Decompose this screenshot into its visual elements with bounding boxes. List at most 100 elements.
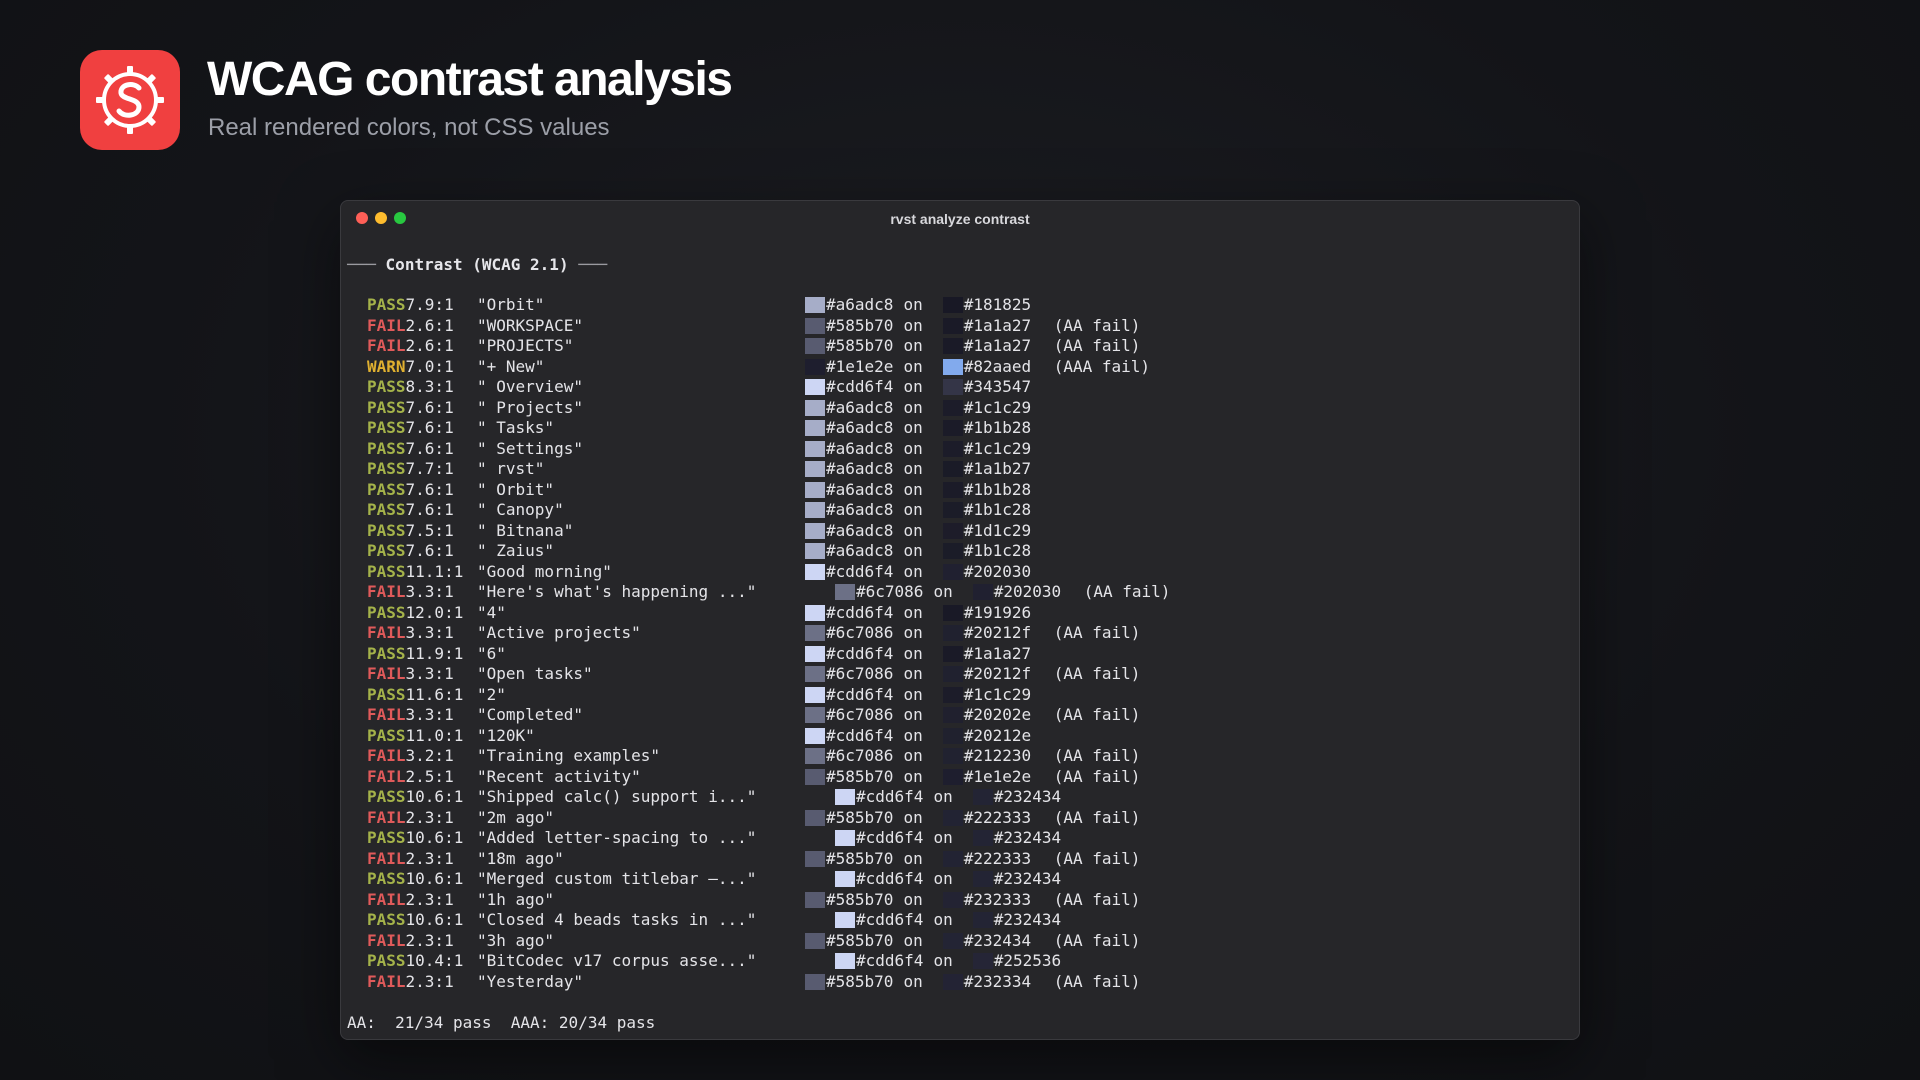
on-word: on — [903, 889, 923, 909]
page-subtitle: Real rendered colors, not CSS values — [208, 114, 610, 141]
fg-swatch — [805, 748, 825, 765]
contrast-ratio: 3.3:1 — [405, 664, 454, 683]
fg-swatch — [805, 850, 825, 867]
color-pair: #cdd6f4 on #1a1a27 — [805, 644, 1054, 665]
bg-hex: #222333 — [963, 807, 1032, 827]
bg-hex: #1b1b28 — [963, 418, 1032, 437]
bg-swatch — [942, 297, 963, 314]
fg-swatch — [805, 338, 825, 355]
fail-note: (AA fail) — [1053, 336, 1141, 355]
bg-hex: #232334 — [963, 971, 1032, 991]
status-badge: PASS — [367, 561, 406, 581]
fg-swatch — [835, 953, 855, 970]
fg-swatch — [805, 666, 825, 683]
status-badge: PASS — [367, 643, 406, 663]
fg-hex: #585b70 — [826, 848, 894, 868]
contrast-results: PASS7.9:1 "Orbit" #a6adc8 on #181825 FAIL2.6:… — [367, 295, 1170, 992]
bg-hex: #343547 — [963, 377, 1032, 396]
result-row: PASS11.0:1 "120K" #cdd6f4 on #20212e — [367, 726, 1031, 747]
page-title: WCAG contrast analysis — [207, 53, 733, 106]
bg-swatch — [942, 502, 963, 519]
bg-hex: #1d1c29 — [963, 520, 1032, 540]
status-badge: WARN — [367, 356, 406, 376]
bg-swatch — [942, 543, 963, 560]
text-sample: "Completed" — [477, 705, 583, 724]
status-badge: PASS — [367, 459, 406, 478]
text-sample: "Yesterday" — [477, 971, 583, 991]
result-row: PASS7.6:1 " Zaius" #a6adc8 on #1b1c28 — [367, 541, 1031, 562]
bg-swatch — [942, 973, 963, 990]
bg-swatch — [942, 563, 963, 580]
result-row: PASS11.1:1 "Good morning" #cdd6f4 on #202030 — [367, 561, 1031, 583]
bg-hex: #232333 — [963, 889, 1032, 909]
on-word: on — [933, 582, 953, 601]
on-word: on — [933, 951, 953, 970]
fail-note: (AA fail) — [1053, 623, 1141, 642]
bg-hex: #212230 — [963, 746, 1032, 765]
bg-hex: #232434 — [963, 930, 1032, 950]
result-row: PASS8.3:1 " Overview" #cdd6f4 on #343547 — [367, 377, 1031, 398]
fg-hex: #a6adc8 — [826, 520, 894, 540]
section-title: Contrast (WCAG 2.1) — [385, 255, 569, 274]
status-badge: FAIL — [367, 807, 406, 827]
status-badge: FAIL — [367, 971, 406, 991]
bg-hex: #1a1a27 — [963, 336, 1032, 355]
fg-swatch — [805, 768, 825, 785]
contrast-ratio: 10.6:1 — [405, 828, 464, 847]
bg-swatch — [972, 789, 993, 806]
bg-swatch — [942, 604, 963, 621]
fail-note: (AA fail) — [1053, 971, 1141, 991]
contrast-ratio: 10.6:1 — [405, 787, 464, 806]
bg-swatch — [942, 850, 963, 867]
bg-swatch — [942, 748, 963, 765]
fail-note: (AA fail) — [1053, 807, 1141, 827]
text-sample: " Projects" — [477, 397, 583, 417]
fg-swatch — [805, 399, 825, 416]
fg-swatch — [835, 912, 855, 929]
contrast-ratio: 2.3:1 — [405, 848, 454, 868]
text-sample: " rvst" — [477, 459, 545, 478]
color-pair: #cdd6f4 on #232434 — [835, 787, 1084, 808]
color-pair: #cdd6f4 on #191926 — [805, 603, 1054, 624]
fg-swatch — [835, 830, 855, 847]
contrast-ratio: 7.6:1 — [405, 397, 454, 417]
bg-hex: #1c1c29 — [963, 684, 1032, 704]
fg-swatch — [805, 420, 825, 437]
status-badge: FAIL — [367, 664, 406, 683]
fg-hex: #cdd6f4 — [826, 643, 894, 663]
status-badge: PASS — [367, 951, 406, 970]
text-sample: " Overview" — [477, 377, 583, 396]
contrast-ratio: 2.3:1 — [405, 971, 454, 991]
bg-swatch — [942, 645, 963, 662]
bg-hex: #202030 — [993, 582, 1062, 601]
fg-hex: #6c7086 — [856, 582, 924, 601]
on-word: on — [933, 910, 953, 929]
status-badge: PASS — [367, 438, 406, 458]
fail-note: (AA fail) — [1053, 664, 1141, 683]
status-badge: PASS — [367, 787, 406, 806]
contrast-ratio: 2.3:1 — [405, 807, 454, 827]
fg-swatch — [805, 522, 825, 539]
status-badge: FAIL — [367, 623, 406, 642]
bg-hex: #1e1e2e — [963, 766, 1032, 786]
contrast-ratio: 3.3:1 — [405, 623, 454, 642]
bg-swatch — [942, 727, 963, 744]
text-sample: "Good morning" — [477, 561, 612, 581]
fg-swatch — [805, 358, 825, 375]
terminal-output[interactable]: ─── Contrast (WCAG 2.1) ─── PASS7.9:1 "Or… — [347, 201, 1579, 1039]
bg-hex: #191926 — [963, 602, 1032, 622]
contrast-ratio: 10.4:1 — [405, 951, 464, 970]
color-pair: #cdd6f4 on #232434 — [835, 828, 1084, 849]
fg-hex: #585b70 — [826, 766, 894, 786]
color-pair: #585b70 on #222333 (AA fail) — [805, 808, 1140, 829]
text-sample: "2" — [477, 684, 506, 704]
bg-hex: #20212f — [963, 623, 1032, 642]
contrast-ratio: 2.6:1 — [405, 315, 454, 335]
result-row: FAIL3.3:1 "Active projects" #6c7086 on #2021… — [367, 623, 1140, 644]
color-pair: #585b70 on #232334 (AA fail) — [805, 972, 1140, 993]
bg-hex: #1a1a27 — [963, 643, 1032, 663]
contrast-ratio: 7.5:1 — [405, 520, 454, 540]
fg-hex: #cdd6f4 — [826, 561, 894, 581]
fg-hex: #6c7086 — [826, 664, 894, 683]
on-word: on — [903, 561, 923, 581]
